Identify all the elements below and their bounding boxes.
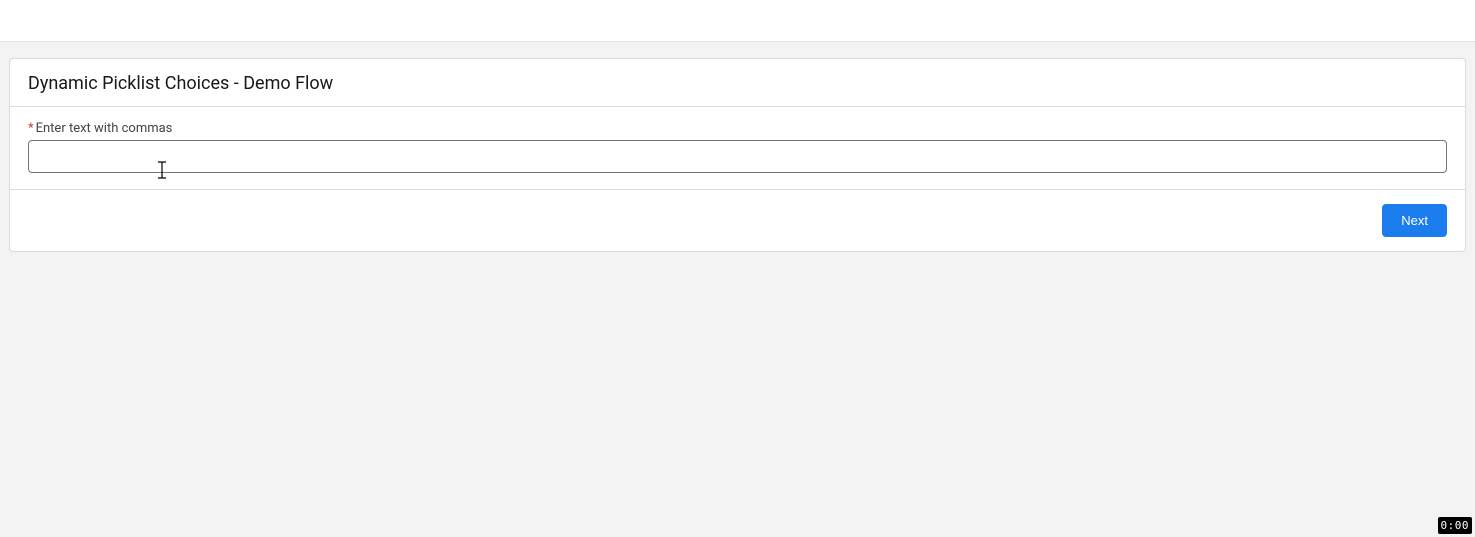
next-button[interactable]: Next (1382, 204, 1447, 237)
flow-card: Dynamic Picklist Choices - Demo Flow *En… (9, 58, 1466, 252)
input-label: Enter text with commas (36, 121, 173, 136)
card-title: Dynamic Picklist Choices - Demo Flow (28, 73, 1447, 94)
input-label-wrapper: *Enter text with commas (28, 121, 1447, 136)
video-time-badge: 0:00 (1438, 517, 1473, 534)
page-background: Dynamic Picklist Choices - Demo Flow *En… (0, 42, 1475, 537)
card-header: Dynamic Picklist Choices - Demo Flow (10, 59, 1465, 107)
top-bar (0, 0, 1475, 42)
required-marker: * (28, 121, 34, 136)
card-body: *Enter text with commas (10, 107, 1465, 190)
card-footer: Next (10, 190, 1465, 251)
text-with-commas-input[interactable] (28, 140, 1447, 173)
